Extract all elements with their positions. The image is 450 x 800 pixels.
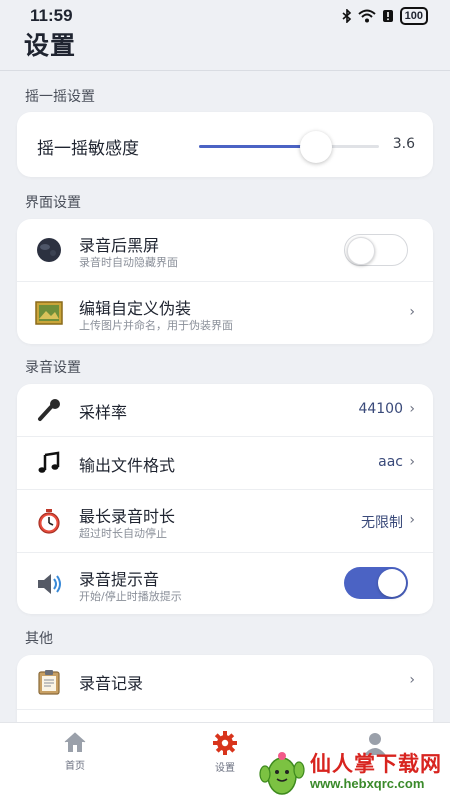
watermark-url: www.hebxqrc.com	[310, 776, 425, 791]
format-title: 输出文件格式	[79, 456, 176, 475]
nav-home-label: 首页	[65, 761, 85, 772]
prompt-sound-subtitle: 开始/停止时播放提示	[79, 590, 182, 603]
watermark-text: 仙人掌下载网	[310, 752, 442, 776]
format-value: aac	[378, 454, 403, 470]
chevron-right-icon: ›	[409, 512, 415, 528]
sample-rate-value: 44100	[358, 401, 403, 417]
speaker-icon	[35, 570, 63, 598]
sensitivity-label: 摇一摇敏感度	[37, 139, 139, 159]
cactus-icon	[259, 752, 305, 795]
recording-card: 采样率 44100 › 输出文件格式 aac › 最长录音时长 超过时长自动停止…	[17, 384, 433, 614]
nav-settings[interactable]: 设置	[195, 731, 255, 774]
slider-fill	[199, 145, 316, 148]
watermark-logo: 仙人掌下载网 www.hebxqrc.com	[258, 744, 450, 800]
disguise-row[interactable]: 编辑自定义伪装 上传图片并命名，用于伪装界面 ›	[17, 282, 433, 344]
page-title: 设置	[24, 31, 77, 60]
section-title-interface: 界面设置	[25, 195, 81, 211]
disguise-subtitle: 上传图片并命名，用于伪装界面	[79, 319, 233, 332]
status-time: 11:59	[30, 6, 73, 25]
black-screen-subtitle: 录音时自动隐藏界面	[79, 256, 178, 269]
nav-home[interactable]: 首页	[45, 731, 105, 772]
interface-card: 录音后黑屏 录音时自动隐藏界面 编辑自定义伪装 上传图片并命名，用于伪装界面 ›	[17, 219, 433, 344]
prompt-sound-toggle[interactable]	[344, 567, 408, 599]
format-row[interactable]: 输出文件格式 aac ›	[17, 437, 433, 489]
clipboard-icon	[35, 668, 63, 696]
records-row[interactable]: 录音记录 ›	[17, 655, 433, 709]
header-divider	[0, 70, 450, 71]
gear-icon	[213, 731, 237, 755]
black-screen-title: 录音后黑屏	[79, 236, 160, 255]
prompt-sound-row: 录音提示音 开始/停止时播放提示	[17, 553, 433, 614]
shake-card: 摇一摇敏感度 3.6	[17, 112, 433, 177]
chevron-right-icon: ›	[409, 401, 415, 417]
toggle-knob	[378, 569, 406, 597]
music-note-icon	[35, 449, 63, 477]
disguise-title: 编辑自定义伪装	[79, 299, 192, 318]
bluetooth-icon	[342, 9, 351, 23]
microphone-icon	[35, 396, 63, 424]
wifi-icon	[357, 9, 376, 23]
section-title-shake: 摇一摇设置	[25, 89, 95, 105]
sample-rate-row[interactable]: 采样率 44100 ›	[17, 384, 433, 436]
section-title-recording: 录音设置	[25, 360, 81, 376]
max-duration-subtitle: 超过时长自动停止	[79, 527, 167, 540]
sample-rate-title: 采样率	[79, 403, 128, 422]
battery-indicator: 100	[399, 7, 428, 25]
section-title-other: 其他	[25, 631, 53, 647]
toggle-knob	[347, 237, 375, 265]
picture-icon	[35, 299, 63, 327]
max-duration-row[interactable]: 最长录音时长 超过时长自动停止 无限制 ›	[17, 490, 433, 552]
max-duration-value: 无限制	[361, 515, 403, 531]
prompt-sound-title: 录音提示音	[79, 570, 160, 589]
chevron-right-icon: ›	[409, 304, 415, 320]
stopwatch-icon	[35, 507, 63, 535]
nav-settings-label: 设置	[215, 763, 235, 774]
sensitivity-slider[interactable]	[199, 131, 379, 163]
status-icons: 100	[342, 7, 428, 25]
dark-screen-icon	[35, 236, 63, 264]
black-screen-row: 录音后黑屏 录音时自动隐藏界面	[17, 219, 433, 281]
slider-knob[interactable]	[300, 131, 332, 163]
black-screen-toggle[interactable]	[344, 234, 408, 266]
home-icon	[64, 732, 86, 752]
records-title: 录音记录	[79, 674, 144, 693]
chevron-right-icon: ›	[409, 672, 415, 688]
max-duration-title: 最长录音时长	[79, 507, 176, 526]
chevron-right-icon: ›	[409, 454, 415, 470]
row-divider	[17, 709, 433, 710]
sensitivity-value: 3.6	[392, 136, 415, 152]
notification-icon	[382, 10, 393, 22]
